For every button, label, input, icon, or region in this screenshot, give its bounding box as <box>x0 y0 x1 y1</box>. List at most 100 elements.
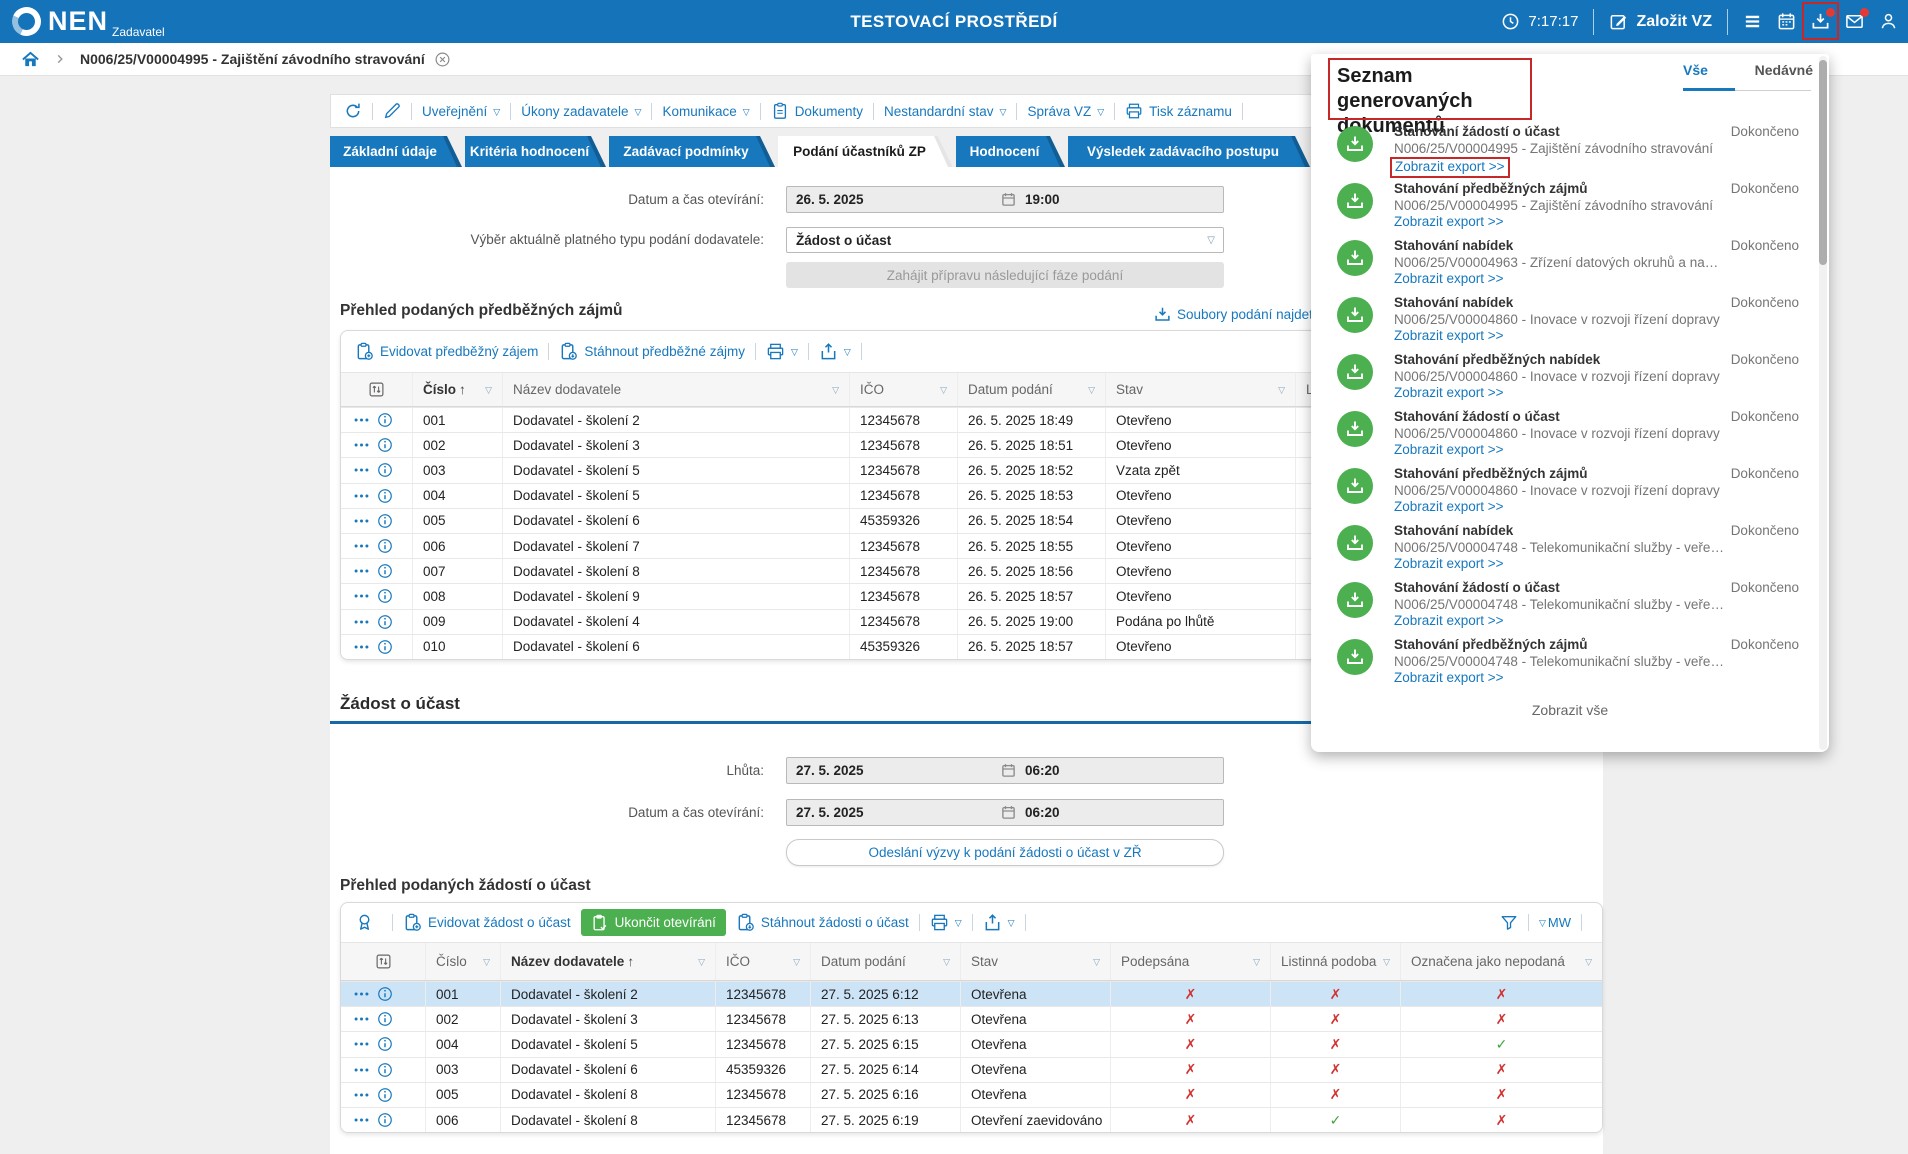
column-header[interactable]: Název dodavatele <box>503 373 850 406</box>
row-menu-icon[interactable] <box>353 1115 370 1125</box>
deadline-input[interactable]: 27. 5. 2025 06:20 <box>786 757 1224 784</box>
row-info-icon[interactable] <box>377 437 393 453</box>
show-all-link[interactable]: Zobrazit vše <box>1311 702 1829 718</box>
column-header[interactable]: Listinná podoba <box>1271 943 1401 980</box>
table-row[interactable]: 002Dodavatel - školení 31234567827. 5. 2… <box>341 1006 1602 1031</box>
next-phase-button[interactable]: Zahájit přípravu následující fáze podání <box>786 262 1224 288</box>
export-button[interactable] <box>983 913 1015 932</box>
filter-funnel-icon[interactable] <box>1500 914 1518 932</box>
caret-down-icon[interactable] <box>1539 915 1546 930</box>
column-settings-header[interactable] <box>341 943 426 980</box>
finish-opening-button[interactable]: Ukončit otevírání <box>581 909 726 936</box>
menu-dokumenty[interactable]: Dokumenty <box>771 102 863 120</box>
tab-5[interactable]: Hodnocení <box>956 136 1065 167</box>
menu-uverejneni[interactable]: Uveřejnění <box>422 104 500 119</box>
row-info-icon[interactable] <box>377 563 393 579</box>
column-header[interactable]: Stav <box>1106 373 1296 406</box>
row-menu-icon[interactable] <box>353 465 370 475</box>
download-requests-button[interactable]: Stáhnout žádosti o účast <box>736 913 909 932</box>
home-icon[interactable] <box>21 50 40 69</box>
show-export-link[interactable]: Zobrazit export >> <box>1394 271 1504 288</box>
panel-scrollbar-thumb[interactable] <box>1819 60 1827 265</box>
show-export-link[interactable]: Zobrazit export >> <box>1394 214 1504 231</box>
row-menu-icon[interactable] <box>353 1039 370 1049</box>
menu-ukony-zadavatele[interactable]: Úkony zadavatele <box>521 104 641 119</box>
column-header[interactable]: Podepsána <box>1111 943 1271 980</box>
nen-logo[interactable]: NEN Zadavatel <box>12 0 165 43</box>
submission-type-select[interactable]: Žádost o účast ▽ <box>786 227 1224 253</box>
register-request-button[interactable]: Evidovat žádost o účast <box>403 913 571 932</box>
row-menu-icon[interactable] <box>353 566 370 576</box>
tab-1[interactable]: Základní údaje <box>330 136 462 167</box>
column-header[interactable]: IČO <box>850 373 958 406</box>
row-info-icon[interactable] <box>377 1036 393 1052</box>
tab-4[interactable]: Podání účastníků ZP <box>778 136 953 167</box>
row-info-icon[interactable] <box>377 1087 393 1103</box>
row-info-icon[interactable] <box>377 639 393 655</box>
show-export-link[interactable]: Zobrazit export >> <box>1390 157 1510 178</box>
user-icon[interactable] <box>1879 12 1898 31</box>
edit-button[interactable] <box>383 102 401 120</box>
request-open-input[interactable]: 27. 5. 2025 06:20 <box>786 799 1224 826</box>
row-menu-icon[interactable] <box>353 541 370 551</box>
table-row[interactable]: 006Dodavatel - školení 81234567827. 5. 2… <box>341 1107 1602 1132</box>
menu-icon[interactable] <box>1743 12 1762 31</box>
print-button[interactable] <box>766 342 798 361</box>
show-export-link[interactable]: Zobrazit export >> <box>1394 613 1504 630</box>
menu-tisk-zaznamu[interactable]: Tisk záznamu <box>1125 102 1232 120</box>
calendar-small-icon[interactable] <box>1001 192 1016 207</box>
column-header[interactable]: Název dodavatele <box>501 943 716 980</box>
column-header[interactable]: Označena jako nepodaná <box>1401 943 1602 980</box>
show-export-link[interactable]: Zobrazit export >> <box>1394 670 1504 687</box>
export-button[interactable] <box>819 342 851 361</box>
row-info-icon[interactable] <box>377 462 393 478</box>
filter-initials-badge[interactable]: MW <box>1548 915 1571 930</box>
panel-tab-recent[interactable]: Nedávné <box>1755 62 1813 78</box>
column-header[interactable]: Číslo <box>426 943 501 980</box>
refresh-button[interactable] <box>344 102 362 120</box>
show-export-link[interactable]: Zobrazit export >> <box>1394 442 1504 459</box>
row-menu-icon[interactable] <box>353 1090 370 1100</box>
tab-3[interactable]: Zadávací podmínky <box>609 136 775 167</box>
row-menu-icon[interactable] <box>353 440 370 450</box>
close-tab-icon[interactable] <box>434 51 451 68</box>
download-prelim-button[interactable]: Stáhnout předběžné zájmy <box>559 342 745 361</box>
row-menu-icon[interactable] <box>353 617 370 627</box>
row-menu-icon[interactable] <box>353 1014 370 1024</box>
breadcrumb-item[interactable]: N006/25/V00004995 - Zajištění závodního … <box>80 51 425 67</box>
column-header[interactable]: Datum podání <box>811 943 961 980</box>
open-datetime-input[interactable]: 26. 5. 2025 19:00 <box>786 186 1224 213</box>
row-menu-icon[interactable] <box>353 642 370 652</box>
submission-files-link[interactable]: Soubory podání najdete <box>1154 306 1320 323</box>
row-info-icon[interactable] <box>377 412 393 428</box>
row-menu-icon[interactable] <box>353 491 370 501</box>
row-info-icon[interactable] <box>377 1112 393 1128</box>
table-row[interactable]: 005Dodavatel - školení 81234567827. 5. 2… <box>341 1082 1602 1107</box>
row-info-icon[interactable] <box>377 588 393 604</box>
register-prelim-button[interactable]: Evidovat předběžný zájem <box>355 342 538 361</box>
panel-tab-all[interactable]: Vše <box>1683 62 1708 78</box>
show-export-link[interactable]: Zobrazit export >> <box>1394 499 1504 516</box>
row-menu-icon[interactable] <box>353 516 370 526</box>
row-info-icon[interactable] <box>377 513 393 529</box>
row-info-icon[interactable] <box>377 614 393 630</box>
menu-sprava-vz[interactable]: Správa VZ <box>1027 104 1104 119</box>
send-invitation-button[interactable]: Odeslání výzvy k podání žádosti o účast … <box>786 839 1224 866</box>
menu-komunikace[interactable]: Komunikace <box>662 104 749 119</box>
create-vz-button[interactable]: Založit VZ <box>1636 13 1712 31</box>
row-info-icon[interactable] <box>377 1062 393 1078</box>
menu-nestandardni-stav[interactable]: Nestandardní stav <box>884 104 1006 119</box>
column-header[interactable]: IČO <box>716 943 811 980</box>
row-info-icon[interactable] <box>377 488 393 504</box>
row-info-icon[interactable] <box>377 538 393 554</box>
row-menu-icon[interactable] <box>353 415 370 425</box>
row-menu-icon[interactable] <box>353 989 370 999</box>
show-export-link[interactable]: Zobrazit export >> <box>1394 328 1504 345</box>
column-settings-header[interactable] <box>341 373 413 406</box>
table-row[interactable]: 001Dodavatel - školení 21234567827. 5. 2… <box>341 981 1602 1006</box>
print-button[interactable] <box>930 913 962 932</box>
downloads-button[interactable] <box>1811 12 1830 31</box>
table-row[interactable]: 004Dodavatel - školení 51234567827. 5. 2… <box>341 1031 1602 1056</box>
column-header[interactable]: Datum podání <box>958 373 1106 406</box>
show-export-link[interactable]: Zobrazit export >> <box>1394 385 1504 402</box>
